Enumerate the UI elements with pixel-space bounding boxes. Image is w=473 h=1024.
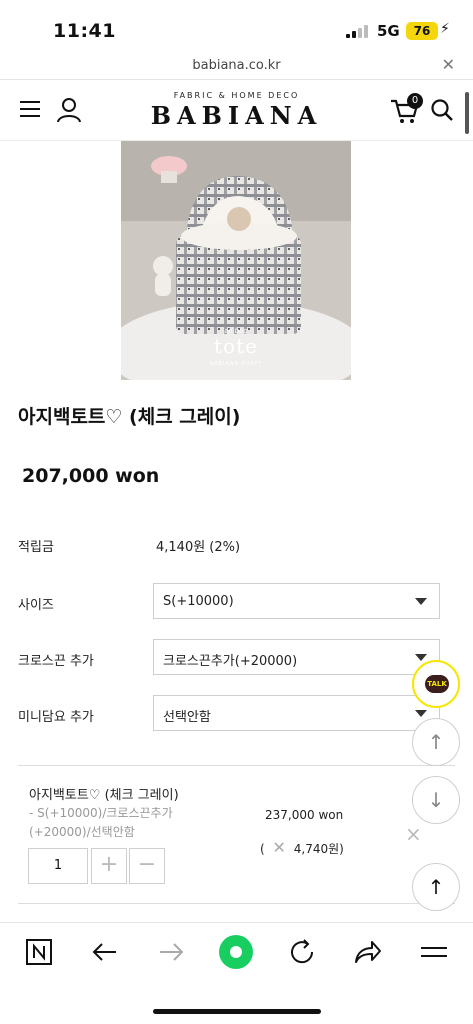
cart-icon[interactable]: 0: [390, 93, 423, 125]
status-bar: 11:41 5G 76 ⚡: [0, 0, 473, 52]
size-label: 사이즈: [18, 598, 54, 613]
cart-count-badge: 0: [407, 93, 423, 109]
size-select-value: S(+10000): [163, 594, 234, 609]
status-time: 11:41: [53, 20, 116, 42]
points-label: 적립금: [18, 540, 54, 555]
forward-icon[interactable]: [156, 937, 186, 967]
points-value: 4,140원 (2%): [156, 540, 241, 555]
menu-icon[interactable]: [419, 937, 449, 967]
scroll-to-top-button[interactable]: ↑: [412, 863, 460, 911]
points-x-icon: ✕: [272, 838, 286, 857]
strap-select-value: 크로스끈추가(+20000): [163, 654, 298, 669]
divider: [18, 765, 455, 766]
signal-icon: [346, 24, 370, 38]
dropdown-arrow-icon: [415, 710, 427, 717]
image-caption-brand: BABIANA PUPPY: [209, 361, 263, 367]
network-label: 5G: [377, 22, 400, 40]
product-image[interactable]: aji bag tote BABIANA PUPPY: [121, 141, 351, 380]
selected-option-points: ( ✕ 4,740원): [260, 838, 344, 857]
remove-option-button[interactable]: ×: [405, 822, 422, 846]
home-indicator[interactable]: [153, 1009, 321, 1014]
refresh-icon[interactable]: [287, 937, 317, 967]
product-price: 207,000 won: [22, 465, 160, 487]
green-dot-icon[interactable]: [218, 934, 254, 970]
divider: [18, 903, 455, 904]
image-caption: tote: [214, 334, 258, 358]
talk-icon: TALK: [425, 675, 449, 693]
selected-option-price: 237,000 won: [265, 808, 344, 822]
dropdown-arrow-icon: [415, 598, 427, 605]
page-scrollbar[interactable]: [465, 92, 469, 134]
site-header: FABRIC & HOME DECO BABIANA 0: [0, 81, 473, 141]
quantity-plus-button[interactable]: +: [91, 848, 127, 884]
selected-option-points-value: 4,740원): [293, 842, 344, 856]
strap-label: 크로스끈 추가: [18, 654, 94, 669]
blanket-select-value: 선택안함: [163, 710, 211, 725]
url-text[interactable]: babiana.co.kr: [0, 58, 473, 73]
url-bar[interactable]: babiana.co.kr ✕: [0, 52, 473, 80]
quantity-input[interactable]: 1: [28, 848, 88, 884]
dropdown-arrow-icon: [415, 654, 427, 661]
kakao-talk-button[interactable]: TALK: [412, 660, 460, 708]
blanket-select[interactable]: 선택안함: [153, 695, 440, 731]
close-icon[interactable]: ✕: [442, 55, 455, 74]
share-icon[interactable]: [352, 937, 382, 967]
scroll-down-button[interactable]: ↓: [412, 776, 460, 824]
blanket-label: 미니담요 추가: [18, 710, 94, 725]
strap-select[interactable]: 크로스끈추가(+20000): [153, 639, 440, 675]
quantity-minus-button[interactable]: −: [129, 848, 165, 884]
scroll-up-button[interactable]: ↑: [412, 718, 460, 766]
product-title: 아지백토트♡ (체크 그레이): [18, 406, 241, 428]
browser-toolbar: [0, 922, 473, 984]
charging-icon: ⚡: [440, 21, 450, 37]
back-icon[interactable]: [90, 937, 120, 967]
size-select[interactable]: S(+10000): [153, 583, 440, 619]
selected-option-name: 아지백토트♡ (체크 그레이): [29, 788, 179, 803]
points-open-paren: (: [260, 842, 265, 856]
naver-home-icon[interactable]: [24, 937, 54, 967]
battery-icon: 76: [406, 22, 438, 40]
search-icon[interactable]: [430, 98, 454, 122]
selected-option-detail: - S(+10000)/크로스끈추가(+20000)/선택안함: [29, 806, 173, 839]
